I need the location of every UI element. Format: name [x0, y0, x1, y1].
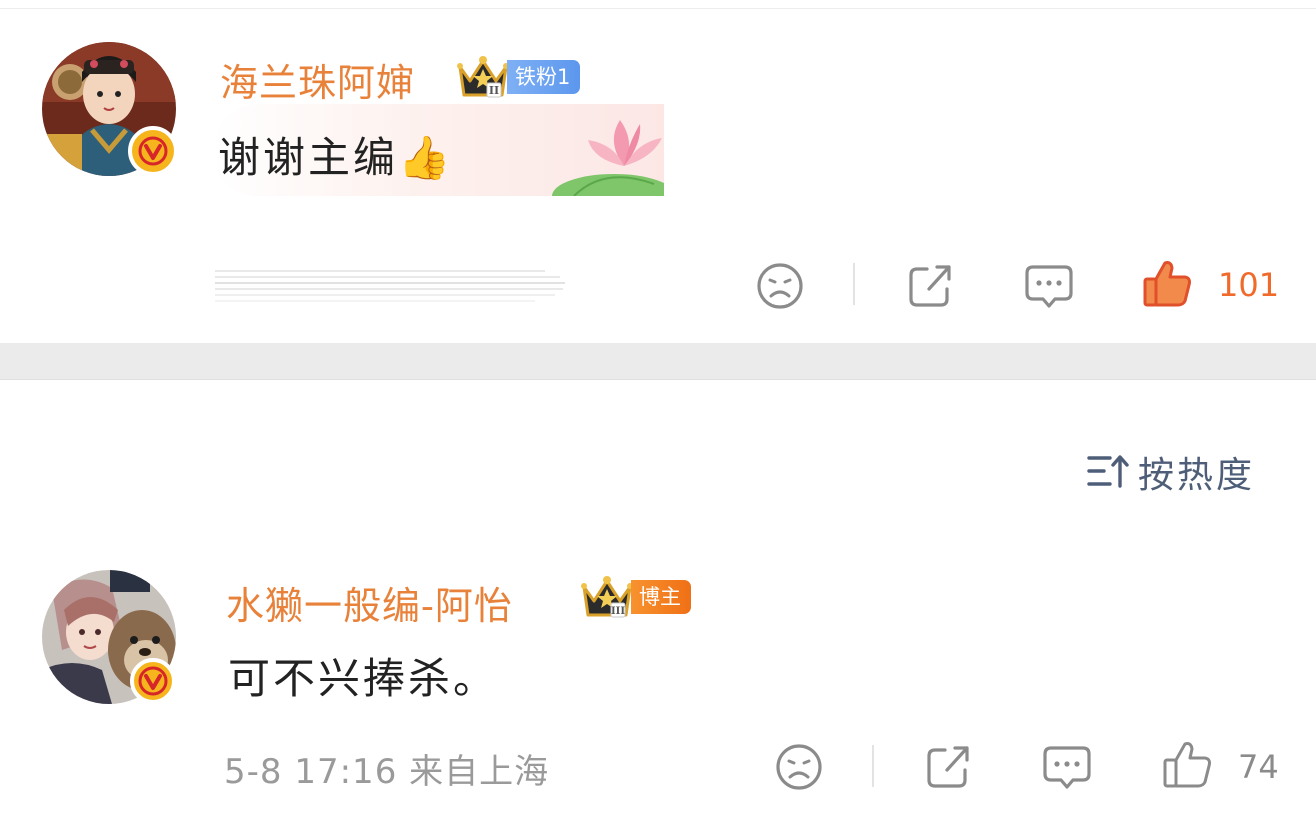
sort-icon — [1087, 455, 1129, 488]
avatar[interactable] — [42, 42, 178, 176]
share-icon — [909, 265, 951, 307]
svg-text:III: III — [611, 606, 625, 617]
comment-text: 可不兴捧杀。 — [228, 654, 499, 703]
lotus-decoration — [552, 120, 664, 196]
thumbs-up-icon — [1163, 742, 1211, 788]
share-button[interactable] — [904, 260, 956, 312]
share-button[interactable] — [922, 741, 974, 793]
action-separator — [872, 745, 874, 787]
fan-level-badge: 铁粉1 — [507, 60, 581, 94]
action-separator — [853, 263, 855, 305]
avatar[interactable] — [42, 570, 176, 704]
crown-icon: II — [457, 56, 509, 98]
dislike-face-icon — [776, 744, 822, 790]
dislike-face-icon — [757, 263, 803, 309]
sort-label: 按热度 — [1138, 455, 1256, 496]
comment-meta: 5-8 17:16 来自上海 — [224, 752, 550, 792]
like-count: 74 — [1238, 748, 1279, 786]
blurred-meta — [215, 266, 570, 306]
verified-v-icon — [130, 658, 176, 704]
like-button[interactable] — [1160, 737, 1216, 793]
dislike-button[interactable] — [754, 260, 806, 312]
like-count: 101 — [1218, 266, 1280, 304]
blogger-badge: 博主 — [631, 580, 691, 614]
share-icon — [927, 746, 969, 788]
sort-by-hot-button[interactable]: 按热度 — [1086, 448, 1255, 496]
section-divider — [0, 343, 1316, 380]
crown-icon: III — [581, 576, 633, 618]
comment-button[interactable] — [1022, 260, 1076, 312]
svg-text:II: II — [489, 84, 499, 97]
verified-v-icon — [128, 126, 178, 176]
comment-text: 谢谢主编👍 — [218, 133, 454, 182]
comment-icon — [1043, 746, 1091, 789]
username[interactable]: 海兰珠阿婶 — [220, 52, 415, 107]
dislike-button[interactable] — [773, 741, 825, 793]
thumbs-up-icon — [1143, 261, 1191, 307]
top-divider — [0, 8, 1316, 9]
comment-button[interactable] — [1040, 741, 1094, 793]
like-button[interactable] — [1140, 256, 1196, 312]
comment-icon — [1025, 265, 1073, 308]
username[interactable]: 水獭一般编-阿怡 — [226, 575, 513, 630]
